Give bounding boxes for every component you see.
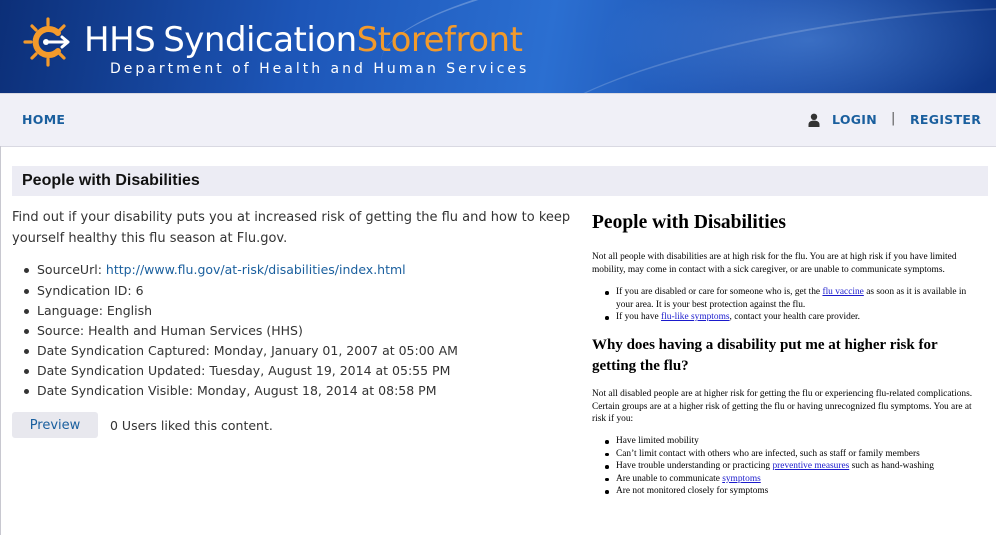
preview-link[interactable]: preventive measures	[772, 461, 849, 471]
list-item: SourceUrl: http://www.flu.gov/at-risk/di…	[22, 259, 458, 281]
preview-link[interactable]: symptoms	[722, 474, 761, 484]
preview-text: , contact your health care provider.	[729, 312, 860, 323]
preview-text: Are not monitored closely for symptoms	[616, 486, 769, 497]
preview-button[interactable]: Preview	[12, 412, 98, 438]
preview-heading: People with Disabilities	[592, 212, 786, 233]
nav-register-link[interactable]: REGISTER	[910, 112, 981, 127]
nav-login-link[interactable]: LOGIN	[832, 112, 877, 127]
content-title-bar: People with Disabilities	[12, 166, 988, 196]
preview-list-item: Have trouble understanding or practicing…	[592, 460, 982, 473]
bullet	[605, 316, 609, 320]
list-item: Language: English	[22, 301, 458, 321]
preview-text: such as hand-washing	[849, 461, 934, 472]
preview-list-item: Can’t limit contact with others who are …	[592, 448, 982, 461]
preview-list-item: If you are disabled or care for someone …	[592, 286, 982, 311]
content-preview: People with Disabilities Not all people …	[582, 200, 988, 530]
content-description: Find out if your disability puts you at …	[12, 210, 571, 246]
header-banner: HHS SyndicationStorefront Department of H…	[0, 0, 996, 93]
preview-list-2: Have limited mobility Can’t limit contact…	[592, 435, 982, 498]
user-icon	[808, 113, 820, 127]
language: Language: English	[37, 303, 153, 318]
list-item: Syndication ID: 6	[22, 281, 458, 301]
list-item: Date Syndication Captured: Monday, Janua…	[22, 341, 458, 361]
preview-link[interactable]: flu-like symptoms	[661, 312, 730, 322]
preview-intro: Not all people with disabilities are at …	[592, 252, 957, 275]
date-captured: Date Syndication Captured: Monday, Janua…	[37, 343, 458, 358]
page-title: People with Disabilities	[22, 172, 200, 189]
logo-storefront: Storefront	[356, 20, 523, 60]
list-item: Source: Health and Human Services (HHS)	[22, 321, 458, 341]
source-url-label: SourceUrl:	[37, 262, 106, 277]
preview-text: If you have	[616, 312, 662, 323]
preview-link[interactable]: flu vaccine	[822, 287, 863, 297]
preview-text: Are unable to communicate	[616, 473, 723, 484]
logo-sun-icon	[23, 17, 70, 67]
logo-subtitle: Department of Health and Human Services	[110, 61, 530, 77]
list-item: Date Syndication Visible: Monday, August…	[22, 381, 458, 401]
metadata-list: SourceUrl: http://www.flu.gov/at-risk/di…	[22, 259, 458, 401]
date-visible: Date Syndication Visible: Monday, August…	[37, 383, 437, 398]
bullet	[24, 309, 29, 314]
preview-heading-2: Why does having a disability put me at h…	[592, 337, 938, 374]
nav-home-link[interactable]: HOME	[22, 112, 65, 127]
nav-bar: HOME LOGIN | REGISTER	[0, 93, 996, 147]
bullet	[24, 369, 29, 374]
preview-text: Can’t limit contact with others who are …	[616, 448, 920, 459]
bullet	[605, 452, 609, 457]
source: Source: Health and Human Services (HHS)	[37, 323, 303, 338]
preview-list-item: Have limited mobility	[592, 435, 982, 448]
preview-list-item: Are unable to communicate symptoms	[592, 473, 982, 486]
bullet	[605, 291, 609, 295]
preview-list-item: If you have flu-like symptoms, contact y…	[592, 311, 982, 324]
bullet	[605, 465, 609, 469]
bullet	[605, 440, 609, 444]
preview-paragraph-2: Not all disabled people are at higher ri…	[592, 389, 973, 425]
logo-syndication: Syndication	[163, 20, 357, 60]
bullet	[605, 477, 609, 482]
bullet	[24, 289, 29, 294]
date-updated: Date Syndication Updated: Tuesday, Augus…	[37, 363, 451, 378]
syndication-id: Syndication ID: 6	[37, 283, 144, 298]
logo-hhs: HHS	[84, 20, 156, 60]
bullet	[24, 389, 29, 394]
likes-count: 0 Users liked this content.	[110, 418, 273, 433]
site-logo[interactable]: HHS SyndicationStorefront	[84, 18, 523, 62]
preview-text: Have trouble understanding or practicing	[616, 461, 773, 472]
list-item: Date Syndication Updated: Tuesday, Augus…	[22, 361, 458, 381]
preview-list-item: Are not monitored closely for symptoms	[592, 485, 982, 498]
preview-text: Have limited mobility	[616, 436, 699, 446]
source-url-link[interactable]: http://www.flu.gov/at-risk/disabilities/…	[106, 262, 406, 277]
bullet	[24, 268, 29, 273]
bullet	[24, 329, 29, 334]
preview-list-1: If you are disabled or care for someone …	[592, 286, 982, 324]
nav-separator: |	[891, 111, 896, 126]
bullet	[24, 349, 29, 354]
preview-text: If you are disabled or care for someone …	[616, 287, 823, 297]
bullet	[605, 490, 609, 494]
